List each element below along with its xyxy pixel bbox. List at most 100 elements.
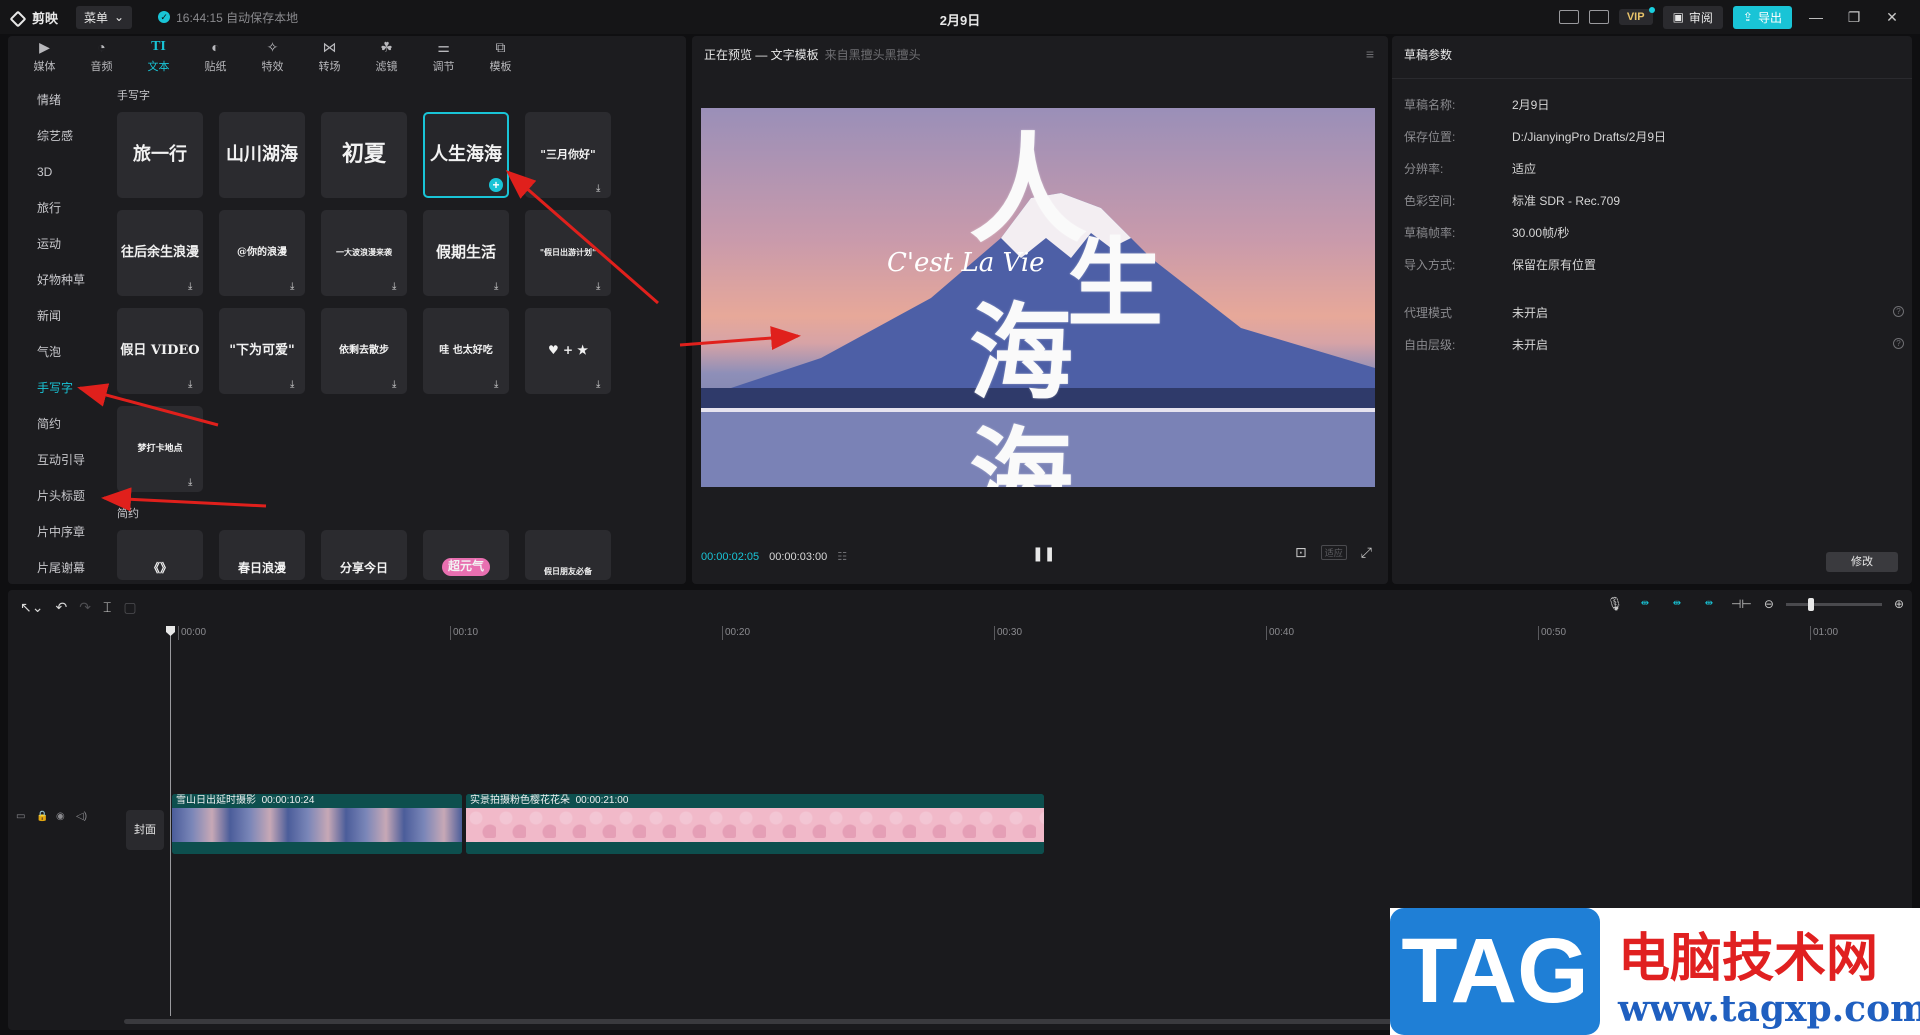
template-tile[interactable]: 梦打卡地点 ⤓	[117, 406, 203, 492]
list-icon[interactable]: ☷	[837, 550, 847, 563]
tab-template[interactable]: ⧉ 模板	[472, 36, 529, 78]
category-item[interactable]: 简约	[8, 406, 108, 442]
zoom-knob[interactable]	[1807, 597, 1814, 611]
speaker-icon[interactable]: ◁)	[76, 812, 87, 822]
time-ruler[interactable]: 00:00 00:10 00:20 00:30 00:40 00:50 01:0…	[138, 624, 1912, 646]
template-tile[interactable]: "假日出游计划" ⤓	[525, 210, 611, 296]
category-item[interactable]: 好物种草	[8, 262, 108, 298]
tab-effects[interactable]: ✧ 特效	[244, 36, 301, 78]
delete-icon[interactable]: ▢	[123, 599, 136, 616]
cover-button[interactable]: 封面	[126, 810, 164, 850]
category-item[interactable]: 互动引导	[8, 442, 108, 478]
category-item[interactable]: 运动	[8, 226, 108, 262]
tab-audio[interactable]: ◔ 音频	[73, 36, 130, 78]
timeline-clip[interactable]: 雪山日出延时摄影 00:00:10:24	[172, 794, 462, 854]
screenshot-icon[interactable]: ⊡	[1295, 544, 1307, 561]
restore-button[interactable]: ❐	[1840, 9, 1868, 26]
download-icon[interactable]: ⤓	[290, 282, 300, 292]
review-button[interactable]: ▣ 审阅	[1662, 5, 1723, 29]
template-tile[interactable]: 春日浪漫	[219, 530, 305, 580]
template-tile[interactable]: 哇 也太好吃 ⤓	[423, 308, 509, 394]
template-tile[interactable]: 分享今日	[321, 530, 407, 580]
split-icon[interactable]: ⌶	[103, 599, 111, 616]
preview-axis-icon[interactable]: ⊣⊢	[1731, 597, 1752, 611]
microphone-icon[interactable]: 🎙	[1606, 596, 1623, 612]
zoom-out-icon[interactable]: ⊖	[1764, 597, 1774, 611]
template-tile[interactable]: 山川湖海	[219, 112, 305, 198]
track-toggle-icon[interactable]: ▭	[16, 812, 26, 822]
linkage-icon[interactable]: ⇹	[1698, 597, 1719, 611]
template-tile[interactable]: 人生海海 +	[423, 112, 509, 198]
category-item[interactable]: 综艺感	[8, 118, 108, 154]
download-icon[interactable]: ⤓	[494, 282, 504, 292]
vip-badge[interactable]: VIP	[1618, 7, 1655, 25]
category-item[interactable]: 新闻	[8, 298, 108, 334]
template-tile[interactable]: "三月你好" ⤓	[525, 112, 611, 198]
help-icon[interactable]: ?	[1893, 306, 1904, 317]
category-item[interactable]: 气泡	[8, 334, 108, 370]
template-tile[interactable]: 往后余生浪漫 ⤓	[117, 210, 203, 296]
undo-icon[interactable]: ↶	[55, 599, 67, 616]
magnet-icon[interactable]: ⇹	[1666, 597, 1687, 611]
fullscreen-icon[interactable]: ⤢	[1361, 544, 1372, 561]
horizontal-scrollbar[interactable]	[124, 1019, 1394, 1024]
playhead[interactable]	[170, 626, 171, 1016]
template-tile[interactable]: 旅一行	[117, 112, 203, 198]
add-icon[interactable]: +	[489, 178, 503, 192]
video-preview[interactable]: C'est La Vie 人 生 海 海	[701, 108, 1375, 487]
template-tile[interactable]: 假日 VIDEO ⤓	[117, 308, 203, 394]
template-tile[interactable]: 依剩去散步 ⤓	[321, 308, 407, 394]
link-icon[interactable]: ⇹	[1634, 597, 1655, 611]
download-icon[interactable]: ⤓	[188, 478, 198, 488]
template-tile[interactable]: ♥ + ★ ⤓	[525, 308, 611, 394]
download-icon[interactable]: ⤓	[392, 282, 402, 292]
modify-button[interactable]: 修改	[1826, 552, 1898, 572]
category-item-handwriting[interactable]: 手写字	[8, 370, 108, 406]
eye-icon[interactable]: ◉	[56, 812, 66, 822]
download-icon[interactable]: ⤓	[188, 282, 198, 292]
category-item[interactable]: 3D	[8, 154, 108, 190]
close-button[interactable]: ✕	[1878, 9, 1906, 26]
keyboard-icon[interactable]	[1558, 10, 1579, 24]
menu-button[interactable]: 菜单 ⌄	[76, 5, 133, 29]
download-icon[interactable]: ⤓	[596, 184, 606, 194]
tab-text[interactable]: TI 文本	[130, 36, 187, 78]
template-tile[interactable]: 初夏	[321, 112, 407, 198]
category-item[interactable]: 旅行	[8, 190, 108, 226]
category-item-title[interactable]: 片头标题	[8, 478, 108, 514]
category-item[interactable]: 情绪	[8, 82, 108, 118]
category-item[interactable]: 片尾谢幕	[8, 550, 108, 586]
template-tile[interactable]: 假日朋友必备	[525, 530, 611, 580]
timeline-clip[interactable]: 实景拍摄粉色樱花花朵 00:00:21:00	[466, 794, 1044, 854]
download-icon[interactable]: ⤓	[596, 380, 606, 390]
layout-icon[interactable]	[1588, 10, 1609, 24]
template-tile[interactable]: 超元气	[423, 530, 509, 580]
download-icon[interactable]: ⤓	[494, 380, 504, 390]
category-item[interactable]: 片中序章	[8, 514, 108, 550]
minimize-button[interactable]: —	[1802, 9, 1830, 25]
zoom-slider[interactable]	[1785, 597, 1882, 611]
redo-icon[interactable]: ↷	[79, 599, 91, 616]
template-tile[interactable]: @你的浪漫 ⤓	[219, 210, 305, 296]
download-icon[interactable]: ⤓	[188, 380, 198, 390]
help-icon[interactable]: ?	[1893, 338, 1904, 349]
tab-media[interactable]: ▶ 媒体	[16, 36, 73, 78]
lock-icon[interactable]: 🔒	[36, 812, 48, 822]
tab-adjust[interactable]: ⚌ 调节	[415, 36, 472, 78]
pointer-icon[interactable]: ↖⌄	[20, 599, 43, 616]
download-icon[interactable]: ⤓	[392, 380, 402, 390]
template-tile[interactable]: "下为可爱" ⤓	[219, 308, 305, 394]
menu-icon[interactable]: ≡	[1366, 46, 1374, 62]
tab-sticker[interactable]: ◐ 贴纸	[187, 36, 244, 78]
download-icon[interactable]: ⤓	[290, 380, 300, 390]
tab-transition[interactable]: ⋈ 转场	[301, 36, 358, 78]
zoom-in-icon[interactable]: ⊕	[1894, 597, 1904, 611]
export-button[interactable]: ⇪ 导出	[1732, 5, 1792, 29]
template-tile[interactable]: 一大波浪漫来袭 ⤓	[321, 210, 407, 296]
ratio-button[interactable]: 适应	[1320, 545, 1347, 560]
download-icon[interactable]: ⤓	[596, 282, 606, 292]
template-tile[interactable]: 假期生活 ⤓	[423, 210, 509, 296]
template-tile[interactable]: 《》	[117, 530, 203, 580]
pause-icon[interactable]: ❚❚	[1032, 545, 1055, 562]
tab-filter[interactable]: ☘ 滤镜	[358, 36, 415, 78]
